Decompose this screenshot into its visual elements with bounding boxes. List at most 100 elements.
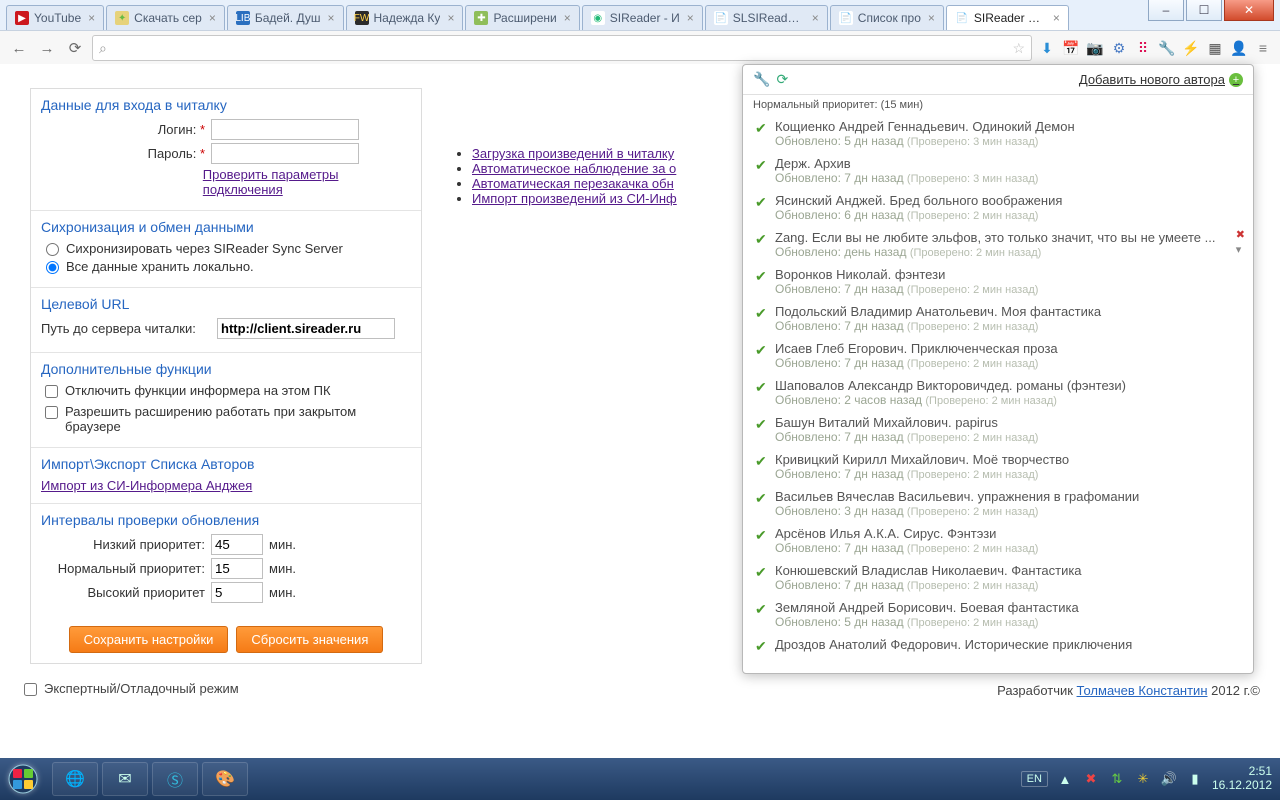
tray-bug-icon[interactable]: ✳	[1134, 770, 1152, 788]
entry-checked: (Проверено: 2 мин назад)	[907, 321, 1039, 333]
login-input[interactable]	[211, 119, 359, 140]
sync-server-radio[interactable]	[46, 243, 59, 256]
tray-volume-icon[interactable]: 🔊	[1160, 770, 1178, 788]
high-priority-input[interactable]	[211, 582, 263, 603]
start-button[interactable]	[0, 758, 46, 800]
author-entry[interactable]: ✔Арсёнов Илья А.К.А. Сирус. ФэнтэзиОбнов…	[753, 522, 1249, 559]
browser-tab[interactable]: LIBБадей. Душ×	[227, 5, 344, 30]
browser-tab[interactable]: ✚Расширени×	[465, 5, 579, 30]
camera-icon[interactable]: 📷	[1086, 39, 1104, 57]
lang-indicator[interactable]: EN	[1021, 771, 1048, 787]
help-link[interactable]: Автоматическая перезакачка обн	[472, 176, 674, 191]
author-entry[interactable]: ✔Васильев Вячеслав Васильевич. упражнени…	[753, 485, 1249, 522]
password-input[interactable]	[211, 143, 359, 164]
bolt-icon[interactable]: ⚡	[1182, 39, 1200, 57]
window-close-button[interactable]: ✕	[1224, 0, 1274, 21]
tab-title: Расширени	[493, 11, 556, 25]
allow-background-checkbox[interactable]	[45, 406, 58, 419]
author-entry[interactable]: ✔Кощиенко Андрей Геннадьевич. Одинокий Д…	[753, 115, 1249, 152]
tray-clock[interactable]: 2:51 16.12.2012	[1212, 765, 1272, 793]
author-entry[interactable]: ✔Конюшевский Владислав Николаевич. Фанта…	[753, 559, 1249, 596]
browser-tab[interactable]: ◉SIReader - И×	[582, 5, 703, 30]
add-author-link[interactable]: Добавить нового автора+	[1079, 72, 1243, 87]
entry-checked: (Проверено: 2 мин назад)	[907, 284, 1039, 296]
tab-favicon: 📄	[955, 11, 969, 25]
check-connection-link[interactable]: Проверить параметры подключения	[203, 167, 411, 197]
window-maximize-button[interactable]: ☐	[1186, 0, 1222, 21]
window-minimize-button[interactable]: –	[1148, 0, 1184, 21]
tray-shield-icon[interactable]: ✖	[1082, 770, 1100, 788]
refresh-icon[interactable]: ⟳	[776, 71, 788, 88]
browser-tab[interactable]: 📄SLSIReader -×	[705, 5, 828, 30]
reset-button[interactable]: Сбросить значения	[236, 626, 383, 653]
author-entry[interactable]: ✔Воронков Николай. фэнтезиОбновлено: 7 д…	[753, 263, 1249, 300]
author-list[interactable]: ✔Кощиенко Андрей Геннадьевич. Одинокий Д…	[743, 115, 1253, 673]
author-entry[interactable]: ✔Кривицкий Кирилл Михайлович. Моё творче…	[753, 448, 1249, 485]
author-entry[interactable]: ✔Держ. АрхивОбновлено: 7 дн назад (Прове…	[753, 152, 1249, 189]
calendar-icon[interactable]: 📅	[1062, 39, 1080, 57]
normal-priority-input[interactable]	[211, 558, 263, 579]
browser-tab[interactable]: ✦Скачать сер×	[106, 5, 225, 30]
tab-close-icon[interactable]: ×	[447, 11, 454, 25]
help-link[interactable]: Импорт произведений из СИ-Инф	[472, 191, 677, 206]
help-link[interactable]: Автоматическое наблюдение за о	[472, 161, 676, 176]
tab-close-icon[interactable]: ×	[1053, 11, 1060, 25]
forward-button[interactable]: →	[36, 37, 58, 59]
author-entry[interactable]: ✔Подольский Владимир Анатольевич. Моя фа…	[753, 300, 1249, 337]
sync-local-radio[interactable]	[46, 261, 59, 274]
disable-informer-checkbox[interactable]	[45, 385, 58, 398]
puzzle-icon[interactable]: ⠿	[1134, 39, 1152, 57]
author-entry[interactable]: ✔Дроздов Анатолий Федорович. Исторически…	[753, 633, 1249, 656]
author-entry[interactable]: ✔Шаповалов Александр Викторовичдед. рома…	[753, 374, 1249, 411]
menu-icon[interactable]: ≡	[1254, 39, 1272, 57]
expert-mode-checkbox[interactable]	[24, 683, 37, 696]
gear-icon[interactable]: ⚙	[1110, 39, 1128, 57]
author-entry[interactable]: ✔Земляной Андрей Борисович. Боевая фанта…	[753, 596, 1249, 633]
address-bar[interactable]: ⌕ ☆	[92, 35, 1032, 61]
tray-network-icon[interactable]: ⇅	[1108, 770, 1126, 788]
entry-checked: (Проверено: 2 мин назад)	[925, 395, 1057, 407]
entry-updated: Обновлено: 7 дн назад	[775, 171, 904, 185]
tray-flag-icon[interactable]: ▲	[1056, 770, 1074, 788]
author-entry[interactable]: ✔Исаев Глеб Егорович. Приключенческая пр…	[753, 337, 1249, 374]
tray-battery-icon[interactable]: ▮	[1186, 770, 1204, 788]
tool-icon[interactable]: 🔧	[1158, 39, 1176, 57]
browser-tab[interactable]: ▶YouTube×	[6, 5, 104, 30]
tab-close-icon[interactable]: ×	[687, 11, 694, 25]
browser-tab[interactable]: 📄Список про×	[830, 5, 944, 30]
dropbox-icon[interactable]: ⬇	[1038, 39, 1056, 57]
tab-close-icon[interactable]: ×	[328, 11, 335, 25]
import-link[interactable]: Импорт из СИ-Информера Анджея	[41, 478, 252, 493]
wrench-icon[interactable]: 🔧	[753, 71, 770, 88]
low-priority-input[interactable]	[211, 534, 263, 555]
taskbar-skype[interactable]: Ⓢ	[152, 762, 198, 796]
entry-title: Конюшевский Владислав Николаевич. Фантас…	[775, 563, 1229, 578]
entry-title: Васильев Вячеслав Васильевич. упражнения…	[775, 489, 1229, 504]
taskbar-paint[interactable]: 🎨	[202, 762, 248, 796]
reload-button[interactable]: ⟳	[64, 37, 86, 59]
url-input[interactable]	[217, 318, 395, 339]
profile-icon[interactable]: 👤	[1230, 39, 1248, 57]
help-link[interactable]: Загрузка произведений в читалку	[472, 146, 674, 161]
browser-tab[interactable]: FWНадежда Ку×	[346, 5, 464, 30]
developer-link[interactable]: Толмачев Константин	[1077, 683, 1208, 698]
entry-delete-icon[interactable]: ✖	[1236, 228, 1245, 241]
author-entry[interactable]: ✔Башун Виталий Михайлович. papirusОбновл…	[753, 411, 1249, 448]
tab-close-icon[interactable]: ×	[564, 11, 571, 25]
back-button[interactable]: ←	[8, 37, 30, 59]
bookmark-star-icon[interactable]: ☆	[1012, 40, 1025, 57]
entry-title: Арсёнов Илья А.К.А. Сирус. Фэнтэзи	[775, 526, 1229, 541]
taskbar-mail[interactable]: ✉	[102, 762, 148, 796]
expert-mode-row[interactable]: Экспертный/Отладочный режим	[20, 681, 239, 699]
tab-close-icon[interactable]: ×	[812, 11, 819, 25]
author-entry[interactable]: ✔Ясинский Анджей. Бред больного воображе…	[753, 189, 1249, 226]
taskbar-chrome[interactable]: 🌐	[52, 762, 98, 796]
browser-tab[interactable]: 📄SIReader Chr×	[946, 5, 1069, 30]
entry-down-icon[interactable]: ▾	[1236, 243, 1245, 256]
tab-close-icon[interactable]: ×	[209, 11, 216, 25]
tab-close-icon[interactable]: ×	[88, 11, 95, 25]
author-entry[interactable]: ✔Zang. Если вы не любите эльфов, это тол…	[753, 226, 1249, 263]
grid-icon[interactable]: ▦	[1206, 39, 1224, 57]
save-button[interactable]: Сохранить настройки	[69, 626, 229, 653]
tab-close-icon[interactable]: ×	[928, 11, 935, 25]
